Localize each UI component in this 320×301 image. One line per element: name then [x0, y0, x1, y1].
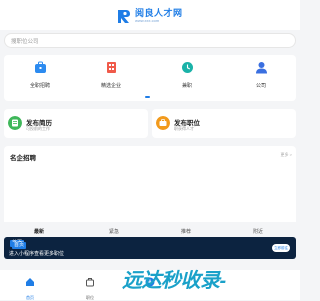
category-label: 精选企业 [100, 83, 121, 89]
briefcase-icon [34, 61, 46, 73]
banner-button[interactable]: 立即前往 [272, 244, 290, 252]
section-title: 名企招聘 [10, 155, 36, 162]
clock-icon [181, 62, 193, 73]
bag-icon [86, 278, 94, 287]
logo-url: www.xxx.com [135, 18, 160, 23]
logo[interactable]: 阅良人才网 www.xxx.com [118, 6, 183, 26]
nav-label: 职位 [86, 295, 94, 300]
card-subtitle: 可投前的工作 [26, 126, 50, 131]
nav-home[interactable]: 首页 [16, 274, 44, 301]
category-label: 兼职 [181, 83, 192, 89]
more-link[interactable]: 更多 > [281, 152, 292, 158]
header: 阅良人才网 www.xxx.com [0, 0, 300, 30]
logo-icon [118, 10, 130, 23]
nav-label: 首页 [26, 295, 34, 300]
category-parttime[interactable]: 兼职 [167, 61, 207, 89]
tab-urgent[interactable]: 紧急 [109, 228, 119, 235]
search-placeholder: 搜职位公司 [11, 39, 39, 45]
carousel-indicator [145, 96, 150, 98]
post-job-card[interactable]: 发布职位 职获得人才 [152, 109, 296, 138]
category-companies[interactable]: 精选企业 [91, 61, 131, 89]
tab-nearby[interactable]: 附近 [253, 228, 263, 235]
banner-text: 进入小程序查看更多职位 [9, 251, 65, 257]
card-subtitle: 职获得人才 [174, 126, 194, 131]
category-company[interactable]: 公司 [241, 61, 281, 89]
category-label: 公司 [255, 83, 266, 89]
logo-name: 阅良人才网 [135, 8, 183, 18]
home-icon [26, 278, 34, 286]
post-job-icon [156, 116, 170, 130]
category-panel: 全职招聘 精选企业 兼职 公司 [4, 55, 296, 101]
featured-jobs-section: 名企招聘 更多 > [4, 146, 296, 222]
banner-badge: 首页 [12, 242, 26, 249]
person-icon [255, 62, 267, 74]
nav-jobs[interactable]: 职位 [76, 274, 104, 301]
watermark-text: 远达秒收录- [122, 270, 226, 292]
tab-latest[interactable]: 最新 [34, 228, 44, 235]
tab-recommended[interactable]: 推荐 [181, 228, 191, 235]
mini-program-banner[interactable]: 首页 首页 进入小程序查看更多职位 立即前往 [4, 237, 296, 259]
building-icon [106, 62, 116, 73]
post-resume-card[interactable]: 发布简历 可投前的工作 [4, 109, 148, 138]
search-input[interactable]: 搜职位公司 [4, 33, 296, 48]
category-label: 全职招聘 [29, 83, 50, 89]
category-fulltime[interactable]: 全职招聘 [20, 61, 60, 89]
resume-icon [8, 116, 22, 130]
